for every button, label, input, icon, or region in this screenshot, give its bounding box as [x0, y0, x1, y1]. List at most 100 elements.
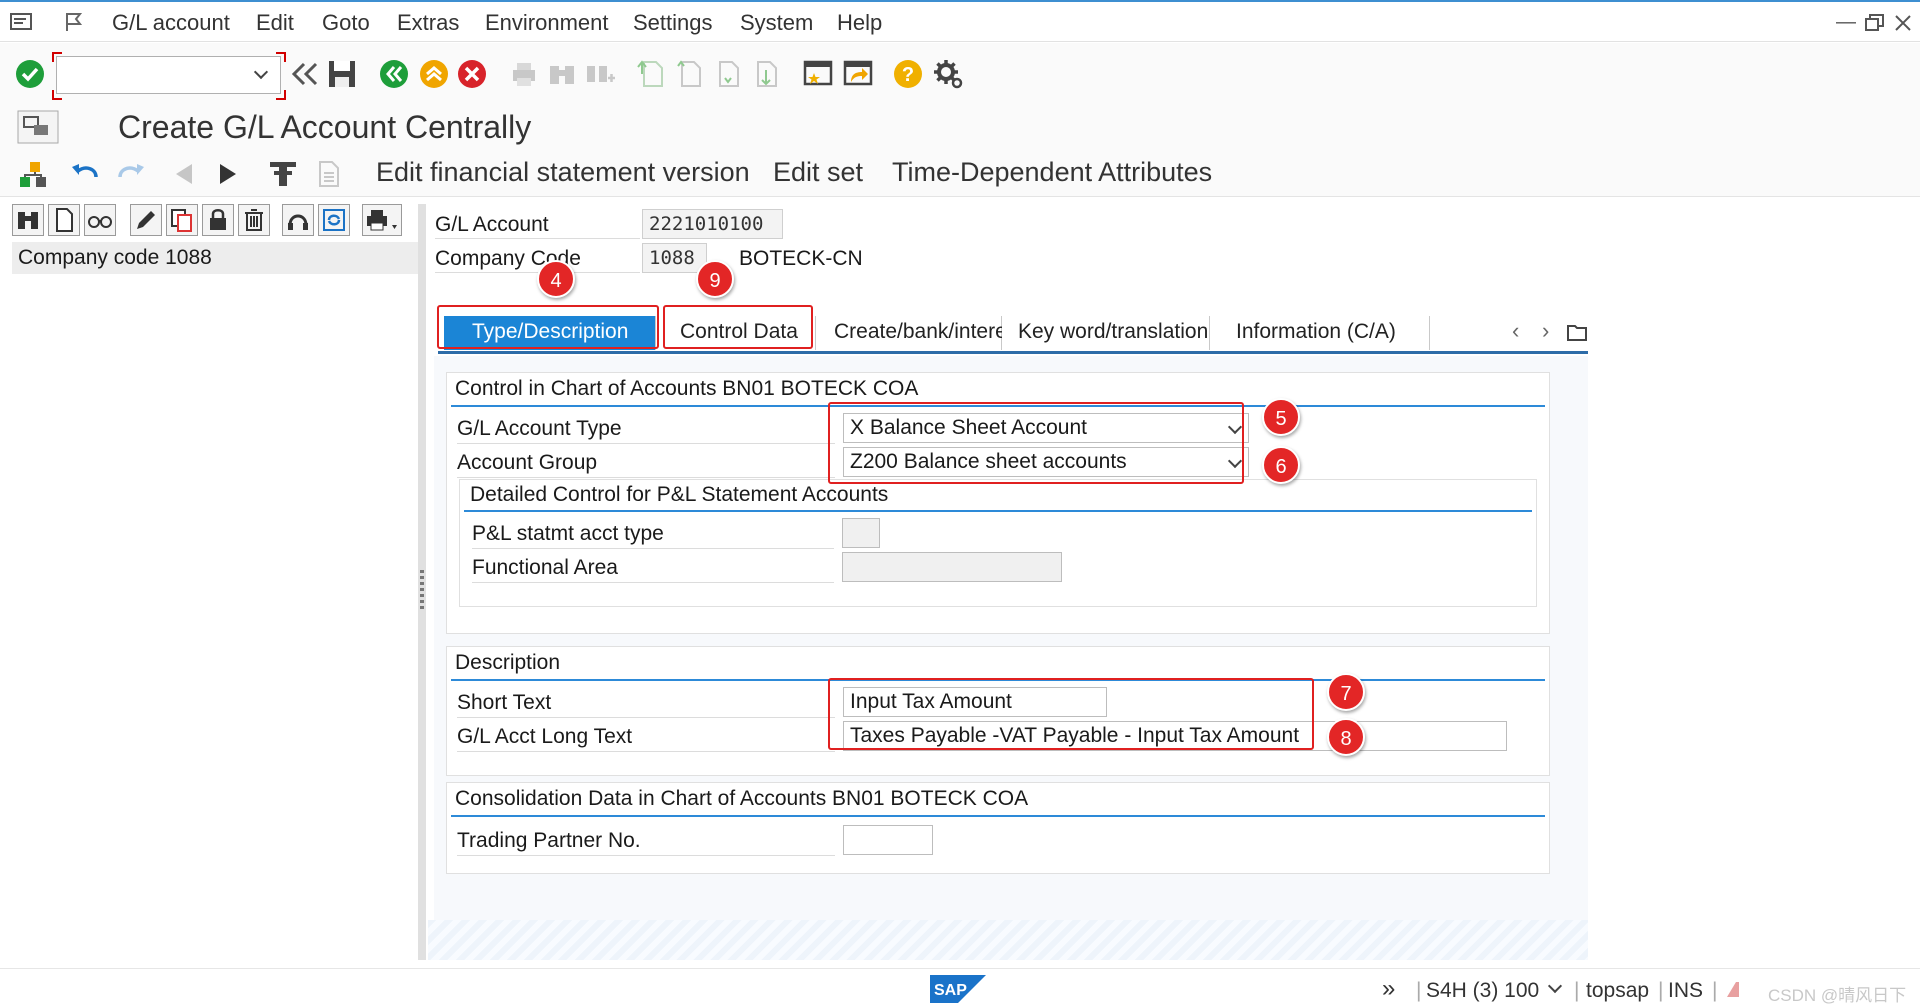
short-text-label: Short Text	[457, 691, 552, 714]
copy-icon[interactable]	[166, 204, 198, 236]
row-divider	[457, 751, 835, 752]
gl-account-field[interactable]: 2221010100	[642, 209, 783, 239]
find-next-icon[interactable]	[584, 58, 616, 90]
new-document-icon[interactable]	[48, 204, 80, 236]
trading-partner-input[interactable]	[843, 825, 933, 855]
refresh-icon[interactable]	[318, 204, 350, 236]
row-divider	[457, 477, 835, 478]
content-footer	[428, 920, 1588, 960]
annotation-badge-4: 4	[537, 260, 575, 298]
menu-help[interactable]: Help	[837, 10, 882, 36]
redo-icon[interactable]	[116, 161, 146, 187]
splitter-grip-icon[interactable]	[420, 570, 424, 610]
svg-text:?: ?	[902, 64, 914, 86]
tab-list-icon[interactable]	[1566, 322, 1588, 342]
tab-label: Create/bank/interest	[834, 320, 1024, 343]
menu-gl-account[interactable]: G/L account	[112, 10, 230, 36]
create-session-icon[interactable]	[802, 58, 834, 90]
focus-corner	[276, 52, 286, 62]
change-icon[interactable]	[130, 204, 162, 236]
document-icon[interactable]	[314, 159, 344, 189]
print-icon[interactable]	[362, 204, 402, 236]
edit-set-button[interactable]: Edit set	[773, 157, 863, 188]
group-title: Detailed Control for P&L Statement Accou…	[470, 483, 889, 506]
tab-create-bank-interest[interactable]: Create/bank/interest	[820, 316, 1023, 350]
delete-icon[interactable]	[238, 204, 270, 236]
tab-label: Key word/translation	[1018, 320, 1209, 343]
tab-scroll-right-icon[interactable]: ›	[1542, 318, 1549, 344]
help-icon[interactable]: ?	[892, 58, 924, 90]
exit-icon[interactable]	[418, 58, 450, 90]
print-icon[interactable]	[508, 58, 540, 90]
edit-financial-statement-version-button[interactable]: Edit financial statement version	[376, 157, 750, 188]
account-group-label: Account Group	[457, 451, 598, 474]
group-divider	[451, 815, 1545, 817]
menu-edit[interactable]: Edit	[256, 10, 294, 36]
trading-partner-label: Trading Partner No.	[457, 829, 641, 852]
lock-icon[interactable]	[202, 204, 234, 236]
restore-icon[interactable]	[1864, 13, 1886, 33]
application-toolbar: Edit financial statement version Edit se…	[0, 151, 1920, 197]
shortcut-icon[interactable]	[842, 58, 874, 90]
time-dependent-attributes-button[interactable]: Time-Dependent Attributes	[892, 157, 1212, 188]
last-page-icon[interactable]	[750, 58, 782, 90]
long-text-label: G/L Acct Long Text	[457, 725, 633, 748]
where-used-icon[interactable]	[268, 159, 298, 189]
menu-settings[interactable]: Settings	[633, 10, 713, 36]
left-pane: Company code 1088	[12, 204, 418, 964]
pl-type-field[interactable]	[842, 518, 880, 548]
status-expand-icon[interactable]: »	[1382, 975, 1395, 1003]
chevron-down-icon[interactable]	[1547, 978, 1563, 994]
close-icon[interactable]	[1893, 13, 1913, 33]
row-divider	[472, 548, 834, 549]
company-code-field[interactable]: 1088	[642, 243, 707, 273]
find-icon[interactable]	[546, 58, 578, 90]
next-page-icon[interactable]	[712, 58, 744, 90]
highlight-tab-control-data	[663, 305, 813, 349]
standard-toolbar: ?	[0, 43, 1920, 103]
menu-environment[interactable]: Environment	[485, 10, 609, 36]
system-menu-icon[interactable]	[10, 11, 34, 33]
group-consolidation: Consolidation Data in Chart of Accounts …	[446, 782, 1550, 874]
previous-icon[interactable]	[172, 161, 196, 187]
previous-page-icon[interactable]	[674, 58, 706, 90]
tree-item-company-code[interactable]: Company code 1088	[12, 242, 418, 274]
menu-flag-icon[interactable]	[64, 11, 86, 33]
command-field[interactable]	[56, 56, 281, 94]
tab-information-ca[interactable]: Information (C/A)	[1210, 316, 1430, 350]
save-icon[interactable]	[326, 58, 358, 90]
sap-logo-text: SAP	[934, 982, 967, 999]
focus-corner	[52, 52, 62, 62]
group-title: Description	[455, 651, 561, 674]
menu-extras[interactable]: Extras	[397, 10, 459, 36]
row-divider	[457, 443, 835, 444]
highlight-description-fields	[828, 678, 1314, 750]
display-icon[interactable]	[84, 204, 116, 236]
tab-label: Information (C/A)	[1236, 320, 1396, 343]
chevron-down-icon[interactable]	[253, 64, 269, 80]
back-icon[interactable]	[378, 58, 410, 90]
functional-area-field[interactable]	[842, 552, 1062, 582]
menu-toggle-icon[interactable]	[16, 109, 60, 145]
block-icon[interactable]	[282, 204, 314, 236]
company-name: BOTECK-CN	[739, 247, 863, 270]
menu-goto[interactable]: Goto	[322, 10, 370, 36]
tab-scroll-left-icon[interactable]: ‹	[1512, 318, 1519, 344]
tab-key-word-translation[interactable]: Key word/translation	[1002, 316, 1210, 350]
hierarchy-icon[interactable]	[18, 159, 50, 191]
annotation-badge-5: 5	[1262, 398, 1300, 436]
menu-bar: G/L account Edit Goto Extras Environment…	[0, 0, 1920, 42]
back-double-icon[interactable]	[288, 58, 320, 90]
watermark: CSDN @晴风日下	[1768, 986, 1907, 1005]
find-icon[interactable]	[12, 204, 44, 236]
enter-icon[interactable]	[14, 58, 46, 90]
menu-system[interactable]: System	[740, 10, 813, 36]
title-bar: Create G/L Account Centrally	[0, 103, 1920, 151]
pl-type-label: P&L statmt acct type	[472, 522, 664, 545]
cancel-icon[interactable]	[456, 58, 488, 90]
first-page-icon[interactable]	[636, 58, 668, 90]
next-icon[interactable]	[216, 161, 240, 187]
undo-icon[interactable]	[70, 161, 100, 187]
settings-icon[interactable]	[932, 58, 964, 90]
minimize-icon[interactable]: —	[1836, 11, 1856, 34]
